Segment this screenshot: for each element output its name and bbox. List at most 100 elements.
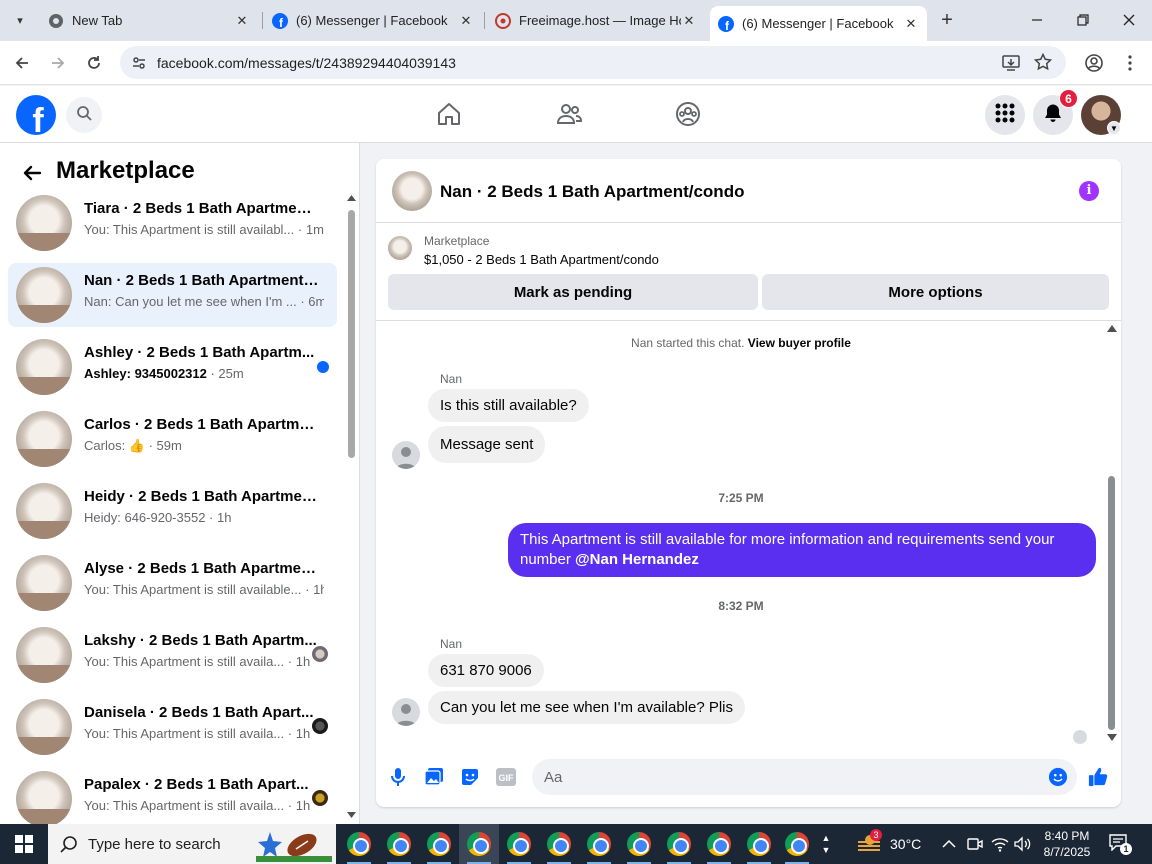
conversation-item[interactable]: Alyse · 2 Beds 1 Bath Apartment... You: … bbox=[8, 551, 337, 615]
listing-thumbnail bbox=[16, 483, 72, 539]
back-icon[interactable] bbox=[10, 51, 34, 75]
chrome-icon bbox=[507, 832, 531, 856]
conversation-item[interactable]: Heidy · 2 Beds 1 Bath Apartment... Heidy… bbox=[8, 479, 337, 543]
listing-thumbnail[interactable] bbox=[388, 236, 412, 260]
conversation-item-selected[interactable]: Nan · 2 Beds 1 Bath Apartment/... Nan: C… bbox=[8, 263, 337, 327]
taskbar-chrome-app[interactable] bbox=[739, 824, 779, 864]
mark-as-pending-button[interactable]: Mark as pending bbox=[388, 274, 758, 310]
tab-search-dropdown[interactable]: ▾ bbox=[8, 8, 32, 32]
close-tab-icon[interactable]: ✕ bbox=[681, 13, 697, 29]
home-icon[interactable] bbox=[435, 100, 463, 128]
chat-panel: Nan · 2 Beds 1 Bath Apartment/condo i Ma… bbox=[376, 159, 1121, 807]
view-buyer-profile-link[interactable]: View buyer profile bbox=[748, 336, 851, 350]
listing-thumbnail bbox=[16, 555, 72, 611]
scrollbar-thumb[interactable] bbox=[1108, 476, 1115, 730]
close-tab-icon[interactable]: ✕ bbox=[903, 16, 919, 32]
chevron-down-icon[interactable]: ▼ bbox=[1107, 121, 1121, 135]
meet-now-icon[interactable] bbox=[967, 824, 983, 864]
chat-title[interactable]: Nan · 2 Beds 1 Bath Apartment/condo bbox=[440, 182, 744, 202]
conversation-item[interactable]: Papalex · 2 Beds 1 Bath Apart... You: Th… bbox=[8, 767, 337, 824]
chat-avatar[interactable] bbox=[392, 171, 432, 211]
profile-icon[interactable] bbox=[1082, 51, 1106, 75]
more-options-button[interactable]: More options bbox=[762, 274, 1109, 310]
tab-messenger-active[interactable]: f (6) Messenger | Facebook ✕ bbox=[710, 6, 927, 41]
sender-avatar[interactable] bbox=[392, 441, 420, 469]
reload-icon[interactable] bbox=[82, 51, 106, 75]
taskbar-chrome-app[interactable] bbox=[619, 824, 659, 864]
emoji-icon[interactable] bbox=[1048, 767, 1068, 787]
mention-tag[interactable]: @Nan Hernandez bbox=[575, 551, 699, 568]
taskbar-chrome-app[interactable] bbox=[539, 824, 579, 864]
tab-messenger-1[interactable]: f (6) Messenger | Facebook ✕ bbox=[264, 6, 482, 35]
taskbar-chrome-app[interactable] bbox=[379, 824, 419, 864]
conversation-item[interactable]: Ashley · 2 Beds 1 Bath Apartm... Ashley:… bbox=[8, 335, 337, 399]
conversation-item[interactable]: Tiara · 2 Beds 1 Bath Apartment/... You:… bbox=[8, 191, 337, 255]
search-button[interactable] bbox=[66, 97, 102, 133]
message-bubble[interactable]: 631 870 9006 bbox=[428, 654, 544, 687]
taskbar-chrome-app[interactable] bbox=[419, 824, 459, 864]
chrome-icon bbox=[547, 832, 571, 856]
windows-start-icon[interactable] bbox=[0, 824, 48, 864]
taskbar-chrome-app[interactable] bbox=[339, 824, 379, 864]
site-info-icon[interactable] bbox=[131, 55, 147, 76]
sender-name: Nan bbox=[440, 372, 463, 386]
taskbar-chrome-app[interactable] bbox=[499, 824, 539, 864]
close-tab-icon[interactable]: ✕ bbox=[458, 13, 474, 29]
sticker-icon[interactable] bbox=[460, 767, 480, 787]
groups-icon[interactable] bbox=[674, 100, 702, 128]
my-message-bubble[interactable]: This Apartment is still available for mo… bbox=[508, 523, 1096, 577]
minimize-button[interactable] bbox=[1022, 6, 1052, 34]
chat-scrollbar[interactable] bbox=[1105, 321, 1119, 745]
thumbs-up-icon[interactable] bbox=[1088, 767, 1108, 787]
back-arrow-icon[interactable] bbox=[18, 159, 46, 187]
message-bubble[interactable]: Can you let me see when I'm available? P… bbox=[428, 691, 746, 724]
gif-icon[interactable]: GIF bbox=[496, 767, 516, 787]
close-tab-icon[interactable]: ✕ bbox=[234, 13, 250, 29]
info-icon[interactable]: i bbox=[1079, 181, 1099, 201]
taskbar-search-box[interactable]: Type here to search bbox=[48, 824, 336, 864]
friends-icon[interactable] bbox=[555, 100, 583, 128]
scrollbar-thumb[interactable] bbox=[348, 210, 355, 458]
install-app-icon[interactable] bbox=[1002, 54, 1020, 77]
taskbar-chrome-app[interactable] bbox=[777, 824, 817, 864]
taskbar-chrome-app[interactable] bbox=[699, 824, 739, 864]
message-bubble[interactable]: Message sent bbox=[428, 426, 546, 463]
grid-icon bbox=[995, 103, 1015, 128]
forward-icon[interactable] bbox=[46, 51, 70, 75]
taskbar-chrome-app-active[interactable] bbox=[459, 824, 499, 864]
show-hidden-icons-button[interactable] bbox=[942, 824, 956, 864]
conversation-item[interactable]: Danisela · 2 Beds 1 Bath Apart... You: T… bbox=[8, 695, 337, 759]
conversation-item[interactable]: Lakshy · 2 Beds 1 Bath Apartm... You: Th… bbox=[8, 623, 337, 687]
weather-widget[interactable]: 3 30°C bbox=[856, 824, 921, 864]
photo-icon[interactable] bbox=[424, 767, 444, 787]
listing-title[interactable]: $1,050 - 2 Beds 1 Bath Apartment/condo bbox=[424, 252, 659, 267]
bookmark-star-icon[interactable] bbox=[1033, 52, 1053, 76]
conversation-item[interactable]: Carlos · 2 Beds 1 Bath Apartmen... Carlo… bbox=[8, 407, 337, 471]
taskbar-chrome-app[interactable] bbox=[579, 824, 619, 864]
facebook-logo-icon[interactable]: f bbox=[16, 95, 56, 135]
new-tab-button[interactable]: + bbox=[936, 9, 958, 31]
menu-grid-button[interactable] bbox=[985, 95, 1025, 135]
wifi-icon[interactable] bbox=[991, 824, 1009, 864]
tab-title: Freeimage.host — Image Ho bbox=[519, 13, 681, 28]
taskbar-overflow-arrows[interactable]: ▲ ▼ bbox=[820, 824, 832, 864]
message-bubble[interactable]: Is this still available? bbox=[428, 389, 589, 422]
marketplace-listing-box: Marketplace $1,050 - 2 Beds 1 Bath Apart… bbox=[376, 224, 1121, 321]
sidebar-scrollbar[interactable] bbox=[346, 193, 356, 820]
microphone-icon[interactable] bbox=[388, 767, 408, 787]
taskbar-chrome-app[interactable] bbox=[659, 824, 699, 864]
close-window-button[interactable] bbox=[1114, 6, 1144, 34]
kebab-menu-icon[interactable] bbox=[1118, 51, 1142, 75]
address-bar[interactable]: facebook.com/messages/t/2438929440403914… bbox=[120, 46, 1066, 79]
message-input[interactable] bbox=[544, 759, 1024, 795]
tab-freeimage[interactable]: Freeimage.host — Image Ho ✕ bbox=[487, 6, 705, 35]
seen-avatar bbox=[312, 718, 328, 734]
sender-avatar[interactable] bbox=[392, 698, 420, 726]
clock[interactable]: 8:40 PM 8/7/2025 bbox=[1040, 824, 1094, 864]
football-icon bbox=[256, 828, 332, 864]
conversation-name: Alyse · 2 Beds 1 Bath Apartment... bbox=[84, 560, 320, 577]
tab-new-tab[interactable]: New Tab ✕ bbox=[40, 6, 258, 35]
notification-center-button[interactable]: 1 bbox=[1108, 824, 1132, 864]
volume-icon[interactable] bbox=[1014, 824, 1032, 864]
restore-button[interactable] bbox=[1068, 6, 1098, 34]
